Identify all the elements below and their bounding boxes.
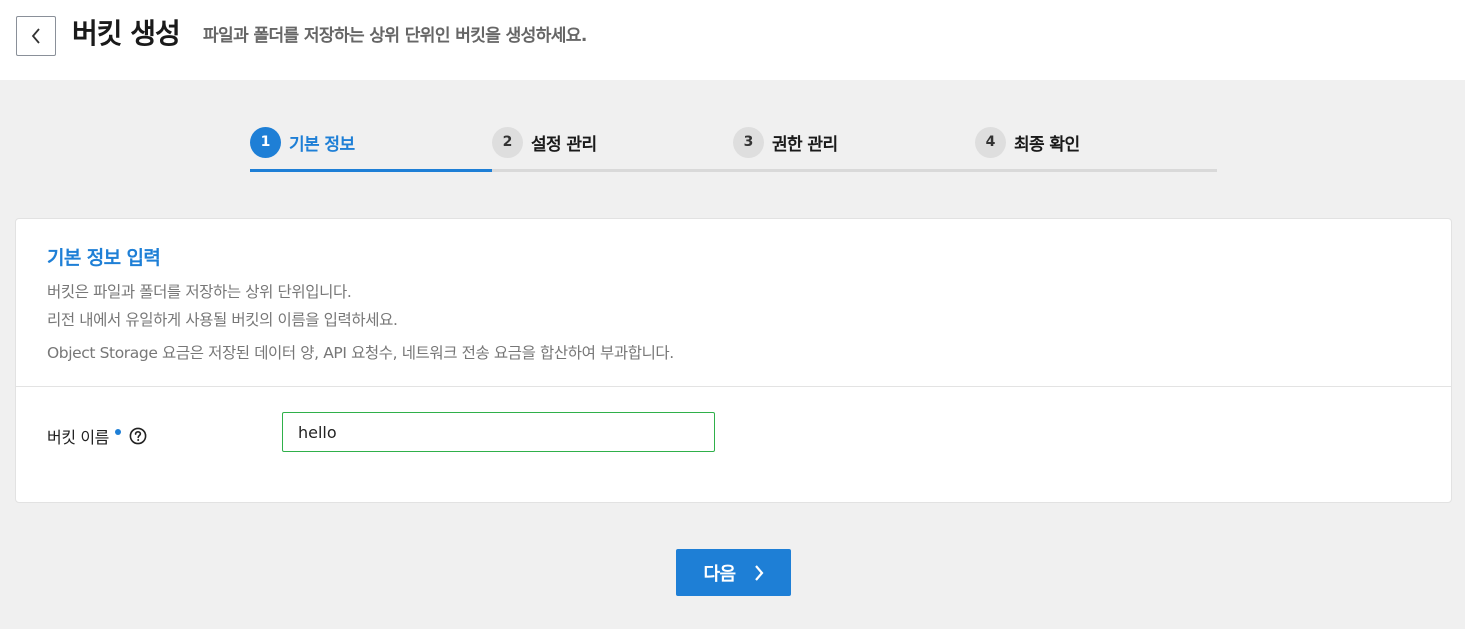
required-indicator [114,429,121,435]
question-circle-icon[interactable] [129,427,147,445]
step-settings[interactable]: 2 설정 관리 [492,126,597,158]
step-label: 최종 확인 [1014,134,1080,155]
step-basic-info[interactable]: 1 기본 정보 [250,126,355,158]
page-header: 버킷 생성 파일과 폴더를 저장하는 상위 단위인 버킷을 생성하세요. [0,0,1465,80]
step-number: 1 [250,126,281,158]
step-final-review[interactable]: 4 최종 확인 [975,126,1080,158]
card-header: 기본 정보 입력 버킷은 파일과 폴더를 저장하는 상위 단위입니다. 리전 내… [16,219,1451,387]
wizard-stepper: 1 기본 정보 2 설정 관리 3 권한 관리 4 최종 확인 [250,122,1217,172]
step-label: 설정 관리 [531,134,597,155]
step-label: 권한 관리 [772,134,838,155]
chevron-left-icon [31,28,40,44]
bucket-name-label-text: 버킷 이름 [47,428,109,447]
bucket-name-input[interactable] [282,412,715,452]
basic-info-card: 기본 정보 입력 버킷은 파일과 폴더를 저장하는 상위 단위입니다. 리전 내… [15,218,1452,503]
step-number: 2 [492,126,523,158]
stepper-active-indicator [250,169,492,172]
pricing-note: Object Storage 요금은 저장된 데이터 양, API 요청수, 네… [47,344,674,362]
description-line: 버킷은 파일과 폴더를 저장하는 상위 단위입니다. [47,283,352,301]
section-title: 기본 정보 입력 [47,247,161,269]
page-subtitle: 파일과 폴더를 저장하는 상위 단위인 버킷을 생성하세요. [203,26,587,46]
back-button[interactable] [16,16,56,56]
page-title: 버킷 생성 [72,17,181,50]
next-button[interactable]: 다음 [676,549,791,596]
step-number: 4 [975,126,1006,158]
bucket-name-label: 버킷 이름 [47,424,147,448]
step-permissions[interactable]: 3 권한 관리 [733,126,838,158]
step-number: 3 [733,126,764,158]
description-line: 리전 내에서 유일하게 사용될 버킷의 이름을 입력하세요. [47,311,398,329]
next-button-label: 다음 [703,563,736,584]
step-label: 기본 정보 [289,134,355,155]
chevron-right-icon [754,564,764,581]
